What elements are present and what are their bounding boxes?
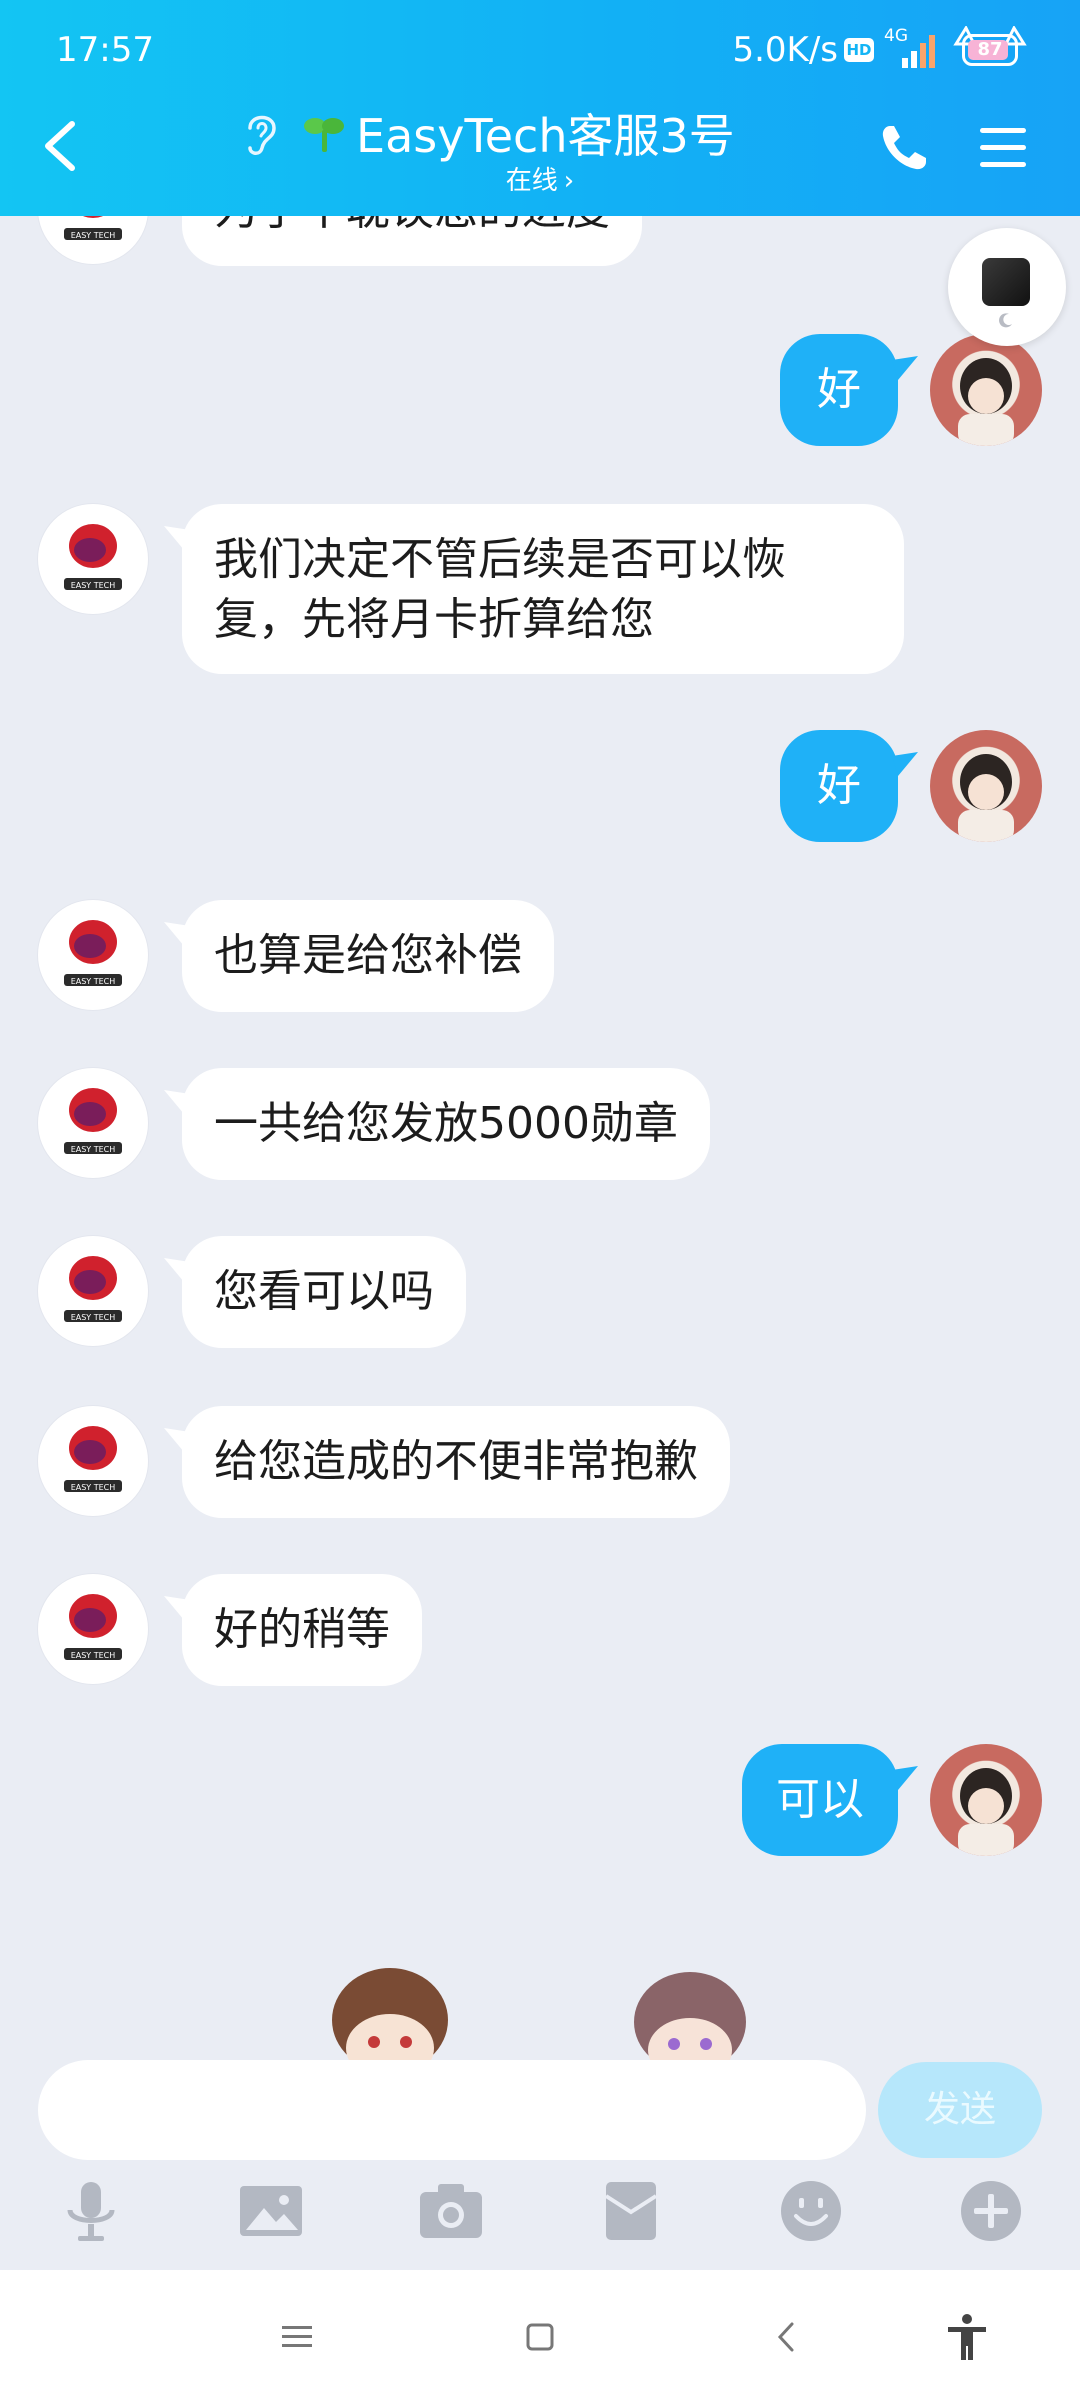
agent-avatar[interactable]: EASY TECH (38, 1574, 148, 1684)
recent-apps-button[interactable] (272, 2312, 322, 2362)
battery-level: 87 (977, 39, 1003, 60)
message-item: 可以 (0, 1744, 1080, 1864)
message-item: EASY TECH 一共给您发放5000勋章 (0, 1068, 1080, 1188)
menu-button[interactable] (978, 124, 1028, 172)
battery-icon: 87 (962, 34, 1018, 66)
user-avatar[interactable] (930, 1744, 1042, 1856)
agent-avatar[interactable]: EASY TECH (38, 504, 148, 614)
agent-avatar[interactable]: EASY TECH (38, 1406, 148, 1516)
bubble-tail (892, 752, 918, 776)
home-button[interactable] (515, 2312, 565, 2362)
easytech-logo-icon: EASY TECH (64, 1594, 122, 1660)
sprout-icon (304, 118, 344, 152)
message-item: EASY TECH 给您造成的不便非常抱歉 (0, 1406, 1080, 1526)
bubble-tail (892, 356, 918, 380)
online-status-label: 在线 (505, 166, 558, 196)
user-avatar[interactable] (930, 334, 1042, 446)
easytech-logo-icon: EASY TECH (64, 216, 122, 240)
message-bubble[interactable]: 好的稍等 (182, 1574, 422, 1686)
message-bubble[interactable]: 为了不耽误您的进度 (182, 216, 642, 266)
chevron-right-icon: › (563, 166, 575, 196)
message-input[interactable] (38, 2060, 866, 2160)
message-item: EASY TECH 您看可以吗 (0, 1236, 1080, 1356)
anime-girl-avatar-icon (958, 358, 1014, 446)
chat-header: 17:57 5.0K/s HD 4G 87 EasyTech客服3号 在线 › (0, 0, 1080, 216)
message-bubble[interactable]: 好 (780, 334, 898, 446)
message-item: EASY TECH 我们决定不管后续是否可以恢复，先将月卡折算给您 (0, 504, 1080, 684)
anime-girl-avatar-icon (958, 754, 1014, 842)
svg-text:EASY TECH: EASY TECH (71, 1313, 116, 1322)
easytech-logo-icon: EASY TECH (64, 1256, 122, 1322)
easytech-logo-icon: EASY TECH (64, 1426, 122, 1492)
message-bubble[interactable]: 您看可以吗 (182, 1236, 466, 1348)
message-item: EASY TECH 也算是给您补偿 (0, 900, 1080, 1020)
plus-icon[interactable] (956, 2176, 1026, 2246)
back-nav-button[interactable] (762, 2312, 812, 2362)
message-bubble[interactable]: 给您造成的不便非常抱歉 (182, 1406, 730, 1518)
agent-avatar[interactable]: EASY TECH (38, 1236, 148, 1346)
message-bubble[interactable]: 一共给您发放5000勋章 (182, 1068, 710, 1180)
signal-icon (902, 35, 935, 68)
message-bubble[interactable]: 我们决定不管后续是否可以恢复，先将月卡折算给您 (182, 504, 904, 674)
status-bar: 17:57 5.0K/s HD 4G 87 (0, 0, 1080, 100)
svg-text:EASY TECH: EASY TECH (71, 1483, 116, 1492)
mini-app-thumbnail (982, 258, 1030, 306)
status-time: 17:57 (56, 30, 154, 70)
network-speed: 5.0K/s (732, 30, 838, 70)
ear-icon[interactable] (240, 108, 280, 158)
message-item: EASY TECH 好的稍等 (0, 1574, 1080, 1694)
easytech-logo-icon: EASY TECH (64, 920, 122, 986)
svg-text:EASY TECH: EASY TECH (71, 1145, 116, 1154)
svg-text:EASY TECH: EASY TECH (71, 581, 116, 590)
message-bubble[interactable]: 也算是给您补偿 (182, 900, 554, 1012)
message-item: 好 (0, 730, 1080, 850)
message-bubble[interactable]: 可以 (742, 1744, 898, 1856)
agent-avatar[interactable]: EASY TECH (38, 216, 148, 264)
floating-mini-app[interactable] (948, 228, 1066, 346)
message-bubble[interactable]: 好 (780, 730, 898, 842)
message-item: 好 (0, 334, 1080, 454)
moon-icon (999, 313, 1012, 328)
image-icon[interactable] (236, 2176, 306, 2246)
easytech-logo-icon: EASY TECH (64, 524, 122, 590)
accessibility-icon[interactable] (942, 2312, 992, 2362)
easytech-logo-icon: EASY TECH (64, 1088, 122, 1154)
page-title[interactable]: EasyTech客服3号 (356, 100, 735, 166)
red-packet-icon[interactable] (596, 2176, 666, 2246)
send-button[interactable]: 发送 (878, 2062, 1042, 2158)
system-navigation-bar (0, 2270, 1080, 2400)
phone-call-button[interactable] (876, 120, 932, 176)
agent-avatar[interactable]: EASY TECH (38, 900, 148, 1010)
svg-text:EASY TECH: EASY TECH (71, 977, 116, 986)
svg-text:EASY TECH: EASY TECH (71, 1651, 116, 1660)
hd-badge: HD (844, 38, 874, 62)
user-avatar[interactable] (930, 730, 1042, 842)
anime-characters-decoration (332, 1968, 746, 2060)
bubble-tail (892, 1766, 918, 1790)
emoji-icon[interactable] (776, 2176, 846, 2246)
message-list[interactable]: EASY TECH 为了不耽误您的进度 好 EASY TECH 我们决定不管后续… (0, 216, 1080, 2060)
input-toolbar (0, 2176, 1080, 2266)
camera-icon[interactable] (416, 2176, 486, 2246)
svg-text:EASY TECH: EASY TECH (71, 231, 116, 240)
agent-avatar[interactable]: EASY TECH (38, 1068, 148, 1178)
anime-girl-avatar-icon (958, 1768, 1014, 1856)
microphone-icon[interactable] (56, 2176, 126, 2246)
message-item: EASY TECH 为了不耽误您的进度 (0, 216, 1080, 274)
